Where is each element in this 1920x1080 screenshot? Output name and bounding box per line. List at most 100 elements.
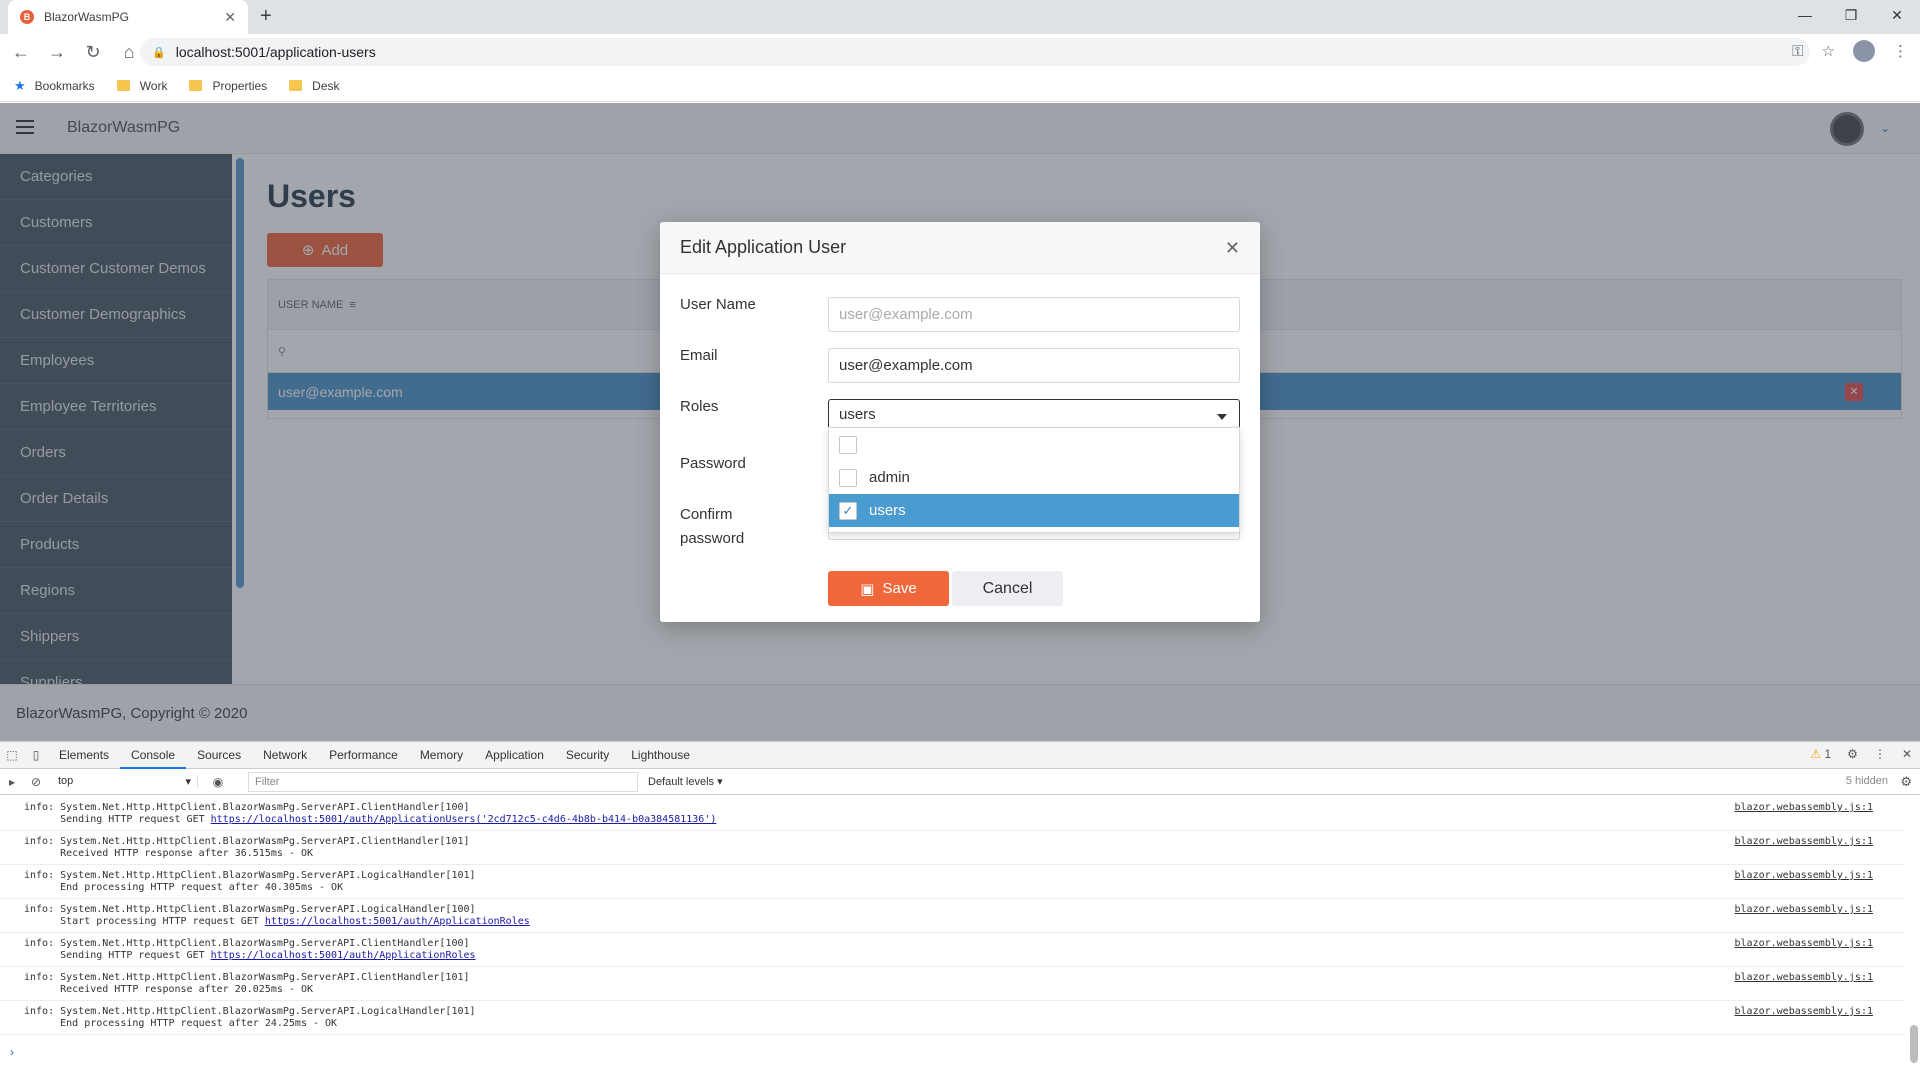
log-source-link[interactable]: blazor.webassembly.js:1 xyxy=(1735,836,1873,848)
devtools-actions: ⚠ 1 ⚙ ⋮ ✕ xyxy=(1810,747,1912,761)
role-option-users[interactable]: ✓ users xyxy=(829,494,1239,527)
close-icon[interactable]: ✕ xyxy=(1225,238,1240,259)
console-prompt-icon[interactable]: › xyxy=(10,1045,14,1059)
bookmarks-bar: ★ Bookmarks Work Properties Desk xyxy=(0,70,1920,102)
log-line-1: info: System.Net.Http.HttpClient.BlazorW… xyxy=(24,802,470,813)
forward-icon[interactable]: → xyxy=(42,37,72,67)
restore-icon[interactable]: ❐ xyxy=(1828,0,1874,30)
context-select[interactable]: top ▾ xyxy=(58,775,198,788)
log-url-link[interactable]: https://localhost:5001/auth/ApplicationU… xyxy=(211,814,717,825)
tab-console[interactable]: Console xyxy=(120,742,187,769)
tab-security[interactable]: Security xyxy=(555,742,620,769)
caret-down-icon xyxy=(1217,414,1227,420)
address-bar[interactable]: 🔒 localhost:5001/application-users xyxy=(140,38,1810,66)
email-input[interactable]: user@example.com xyxy=(828,348,1240,383)
checkbox-checked-icon[interactable]: ✓ xyxy=(839,501,857,520)
star-icon: ★ xyxy=(14,77,26,93)
confirm-password-label-line1: Confirm xyxy=(680,506,733,523)
save-button[interactable]: ▣ Save xyxy=(828,571,949,606)
folder-icon xyxy=(116,80,130,91)
console-log-entry: info: System.Net.Http.HttpClient.BlazorW… xyxy=(0,797,1905,831)
minimize-icon[interactable]: — xyxy=(1782,0,1828,30)
log-message: Sending HTTP request GET xyxy=(24,814,211,825)
console-toolbar: ▸ ⊘ top ▾ ◉ Filter Default levels ▾ 5 hi… xyxy=(0,769,1920,795)
log-line-2: End processing HTTP request after 24.25m… xyxy=(24,1018,1905,1030)
role-option-admin[interactable]: admin xyxy=(829,461,1239,494)
bookmark-bookmarks[interactable]: ★ Bookmarks xyxy=(14,78,95,94)
log-source-link[interactable]: blazor.webassembly.js:1 xyxy=(1735,972,1873,984)
device-toggle-icon[interactable]: ▯ xyxy=(24,748,48,762)
cancel-button[interactable]: Cancel xyxy=(952,571,1063,606)
log-url-link[interactable]: https://localhost:5001/auth/ApplicationR… xyxy=(265,916,530,927)
log-line-1: info: System.Net.Http.HttpClient.BlazorW… xyxy=(24,972,470,983)
tab-memory[interactable]: Memory xyxy=(409,742,474,769)
log-message: End processing HTTP request after 40.305… xyxy=(24,882,344,893)
close-window-icon[interactable]: ✕ xyxy=(1874,0,1920,30)
log-line-2: End processing HTTP request after 40.305… xyxy=(24,882,1905,894)
log-line-1: info: System.Net.Http.HttpClient.BlazorW… xyxy=(24,1006,476,1017)
bookmark-star-icon[interactable]: ☆ xyxy=(1822,42,1835,60)
console-output: info: System.Net.Http.HttpClient.BlazorW… xyxy=(0,797,1905,1080)
toolbar-actions: ⚿ ☆ ⋮ xyxy=(1792,40,1908,62)
tab-lighthouse[interactable]: Lighthouse xyxy=(620,742,701,769)
settings-gear-icon[interactable]: ⚙ xyxy=(1847,747,1858,761)
dialog-title: Edit Application User xyxy=(680,237,847,257)
tab-close-icon[interactable]: ✕ xyxy=(224,9,236,26)
clear-console-icon[interactable]: ⊘ xyxy=(24,775,48,789)
browser-tab[interactable]: B BlazorWasmPG ✕ xyxy=(8,0,248,34)
role-option-empty[interactable] xyxy=(829,428,1239,461)
bookmark-properties[interactable]: Properties xyxy=(189,79,267,93)
log-message: Received HTTP response after 36.515ms - … xyxy=(24,848,313,859)
log-line-2: Received HTTP response after 36.515ms - … xyxy=(24,848,1905,860)
log-url-link[interactable]: https://localhost:5001/auth/ApplicationR… xyxy=(211,950,476,961)
more-options-icon[interactable]: ⋮ xyxy=(1874,747,1886,761)
log-line-2: Start processing HTTP request GET https:… xyxy=(24,916,1905,928)
menu-kebab-icon[interactable]: ⋮ xyxy=(1893,42,1908,60)
checkbox-unchecked[interactable] xyxy=(839,435,857,454)
profile-avatar[interactable] xyxy=(1853,40,1875,62)
log-levels-select[interactable]: Default levels ▾ xyxy=(648,775,723,788)
log-line-1: info: System.Net.Http.HttpClient.BlazorW… xyxy=(24,938,470,949)
devtools-panel: ⬚ ▯ Elements Console Sources Network Per… xyxy=(0,741,1920,1080)
eye-icon[interactable]: ◉ xyxy=(206,775,230,789)
warning-count[interactable]: ⚠ 1 xyxy=(1810,747,1831,761)
close-devtools-icon[interactable]: ✕ xyxy=(1902,747,1912,761)
key-icon[interactable]: ⚿ xyxy=(1792,43,1803,60)
checkbox-unchecked[interactable] xyxy=(839,468,857,487)
console-log-entry: info: System.Net.Http.HttpClient.BlazorW… xyxy=(0,967,1905,1001)
new-tab-icon[interactable]: + xyxy=(260,5,272,28)
console-filter-input[interactable]: Filter xyxy=(248,771,638,792)
tab-application[interactable]: Application xyxy=(474,742,555,769)
reload-icon[interactable]: ↻ xyxy=(78,37,108,67)
url-text: localhost:5001/application-users xyxy=(175,44,376,60)
bookmark-desk[interactable]: Desk xyxy=(289,79,340,93)
back-icon[interactable]: ← xyxy=(6,37,36,67)
roles-select[interactable]: users xyxy=(828,399,1240,429)
bookmark-work[interactable]: Work xyxy=(116,79,167,93)
tab-sources[interactable]: Sources xyxy=(186,742,252,769)
log-line-1: info: System.Net.Http.HttpClient.BlazorW… xyxy=(24,904,476,915)
log-source-link[interactable]: blazor.webassembly.js:1 xyxy=(1735,938,1873,950)
sidebar-toggle-icon[interactable]: ▸ xyxy=(0,775,24,789)
favicon-icon: B xyxy=(20,10,34,24)
tab-performance[interactable]: Performance xyxy=(318,742,409,769)
username-input[interactable]: user@example.com xyxy=(828,297,1240,332)
log-message: Received HTTP response after 20.025ms - … xyxy=(24,984,313,995)
tab-network[interactable]: Network xyxy=(252,742,318,769)
log-source-link[interactable]: blazor.webassembly.js:1 xyxy=(1735,802,1873,814)
app-root: BlazorWasmPG ⌄ Categories Customers Cust… xyxy=(0,103,1920,741)
password-label: Password xyxy=(680,455,746,472)
tab-elements[interactable]: Elements xyxy=(48,742,120,769)
log-source-link[interactable]: blazor.webassembly.js:1 xyxy=(1735,904,1873,916)
console-log-entry: info: System.Net.Http.HttpClient.BlazorW… xyxy=(0,1001,1905,1035)
log-source-link[interactable]: blazor.webassembly.js:1 xyxy=(1735,870,1873,882)
log-line-1: info: System.Net.Http.HttpClient.BlazorW… xyxy=(24,870,476,881)
edit-user-dialog: Edit Application User ✕ User Name user@e… xyxy=(660,222,1260,622)
folder-icon xyxy=(289,80,303,91)
email-label: Email xyxy=(680,347,718,364)
log-source-link[interactable]: blazor.webassembly.js:1 xyxy=(1735,1006,1873,1018)
console-settings-gear-icon[interactable]: ⚙ xyxy=(1900,774,1912,790)
inspect-icon[interactable]: ⬚ xyxy=(0,748,24,762)
console-scrollbar[interactable] xyxy=(1910,1025,1918,1063)
log-message: Start processing HTTP request GET xyxy=(24,916,265,927)
